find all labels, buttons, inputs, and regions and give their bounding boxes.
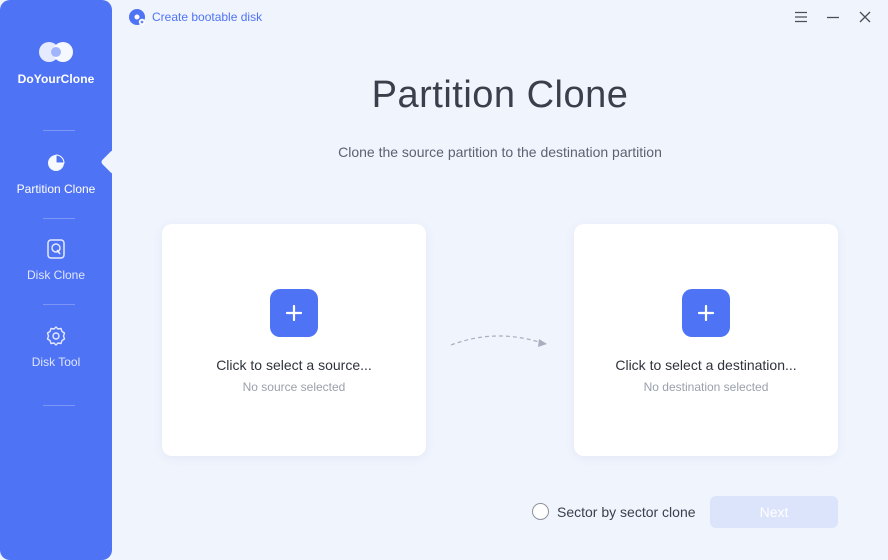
- app-name: DoYourClone: [17, 72, 95, 86]
- close-button[interactable]: [856, 8, 874, 26]
- source-selector-card[interactable]: Click to select a source... No source se…: [162, 224, 426, 456]
- sidebar-divider: [43, 304, 75, 305]
- create-bootable-disk-link[interactable]: Create bootable disk: [128, 8, 262, 26]
- menu-icon: [795, 11, 807, 23]
- source-status: No source selected: [242, 380, 346, 394]
- gear-icon: [46, 326, 66, 346]
- disk-icon: [47, 239, 65, 259]
- next-button[interactable]: Next: [710, 496, 838, 528]
- sector-clone-label: Sector by sector clone: [557, 503, 696, 520]
- sidebar-item-partition-clone[interactable]: Partition Clone: [0, 152, 112, 196]
- arrow-right-icon: [450, 335, 547, 347]
- sidebar: DoYourClone Partition Clone Disk Clone D…: [0, 0, 112, 560]
- sidebar-item-label: Disk Clone: [26, 268, 86, 282]
- menu-button[interactable]: [792, 8, 810, 26]
- plus-icon: [286, 305, 302, 321]
- disk-icon: [129, 9, 146, 26]
- sidebar-item-disk-tool[interactable]: Disk Tool: [0, 325, 112, 369]
- plus-icon: [698, 305, 714, 321]
- destination-selector-card[interactable]: Click to select a destination... No dest…: [574, 224, 838, 456]
- minimize-icon: [827, 16, 839, 19]
- pie-chart-icon: [48, 154, 65, 171]
- minimize-button[interactable]: [824, 8, 842, 26]
- page-subtitle: Clone the source partition to the destin…: [338, 144, 662, 160]
- logo-icon: [39, 42, 73, 62]
- destination-title: Click to select a destination...: [615, 357, 797, 373]
- page-title: Partition Clone: [371, 74, 629, 116]
- sidebar-item-label: Disk Tool: [31, 355, 81, 369]
- sidebar-item-label: Partition Clone: [16, 182, 96, 196]
- sidebar-item-disk-clone[interactable]: Disk Clone: [0, 238, 112, 282]
- app-logo: DoYourClone: [0, 40, 112, 86]
- create-bootable-disk-label: Create bootable disk: [152, 10, 263, 24]
- sector-by-sector-option[interactable]: Sector by sector clone: [532, 503, 696, 520]
- window-controls: [792, 8, 874, 26]
- close-icon: [859, 11, 871, 23]
- sidebar-divider: [43, 405, 75, 406]
- destination-status: No destination selected: [643, 380, 769, 394]
- add-source-button[interactable]: [270, 289, 318, 337]
- sector-clone-radio[interactable]: [532, 503, 549, 520]
- sidebar-divider: [43, 218, 75, 219]
- add-destination-button[interactable]: [682, 289, 730, 337]
- sidebar-divider: [43, 130, 75, 131]
- source-title: Click to select a source...: [216, 357, 372, 373]
